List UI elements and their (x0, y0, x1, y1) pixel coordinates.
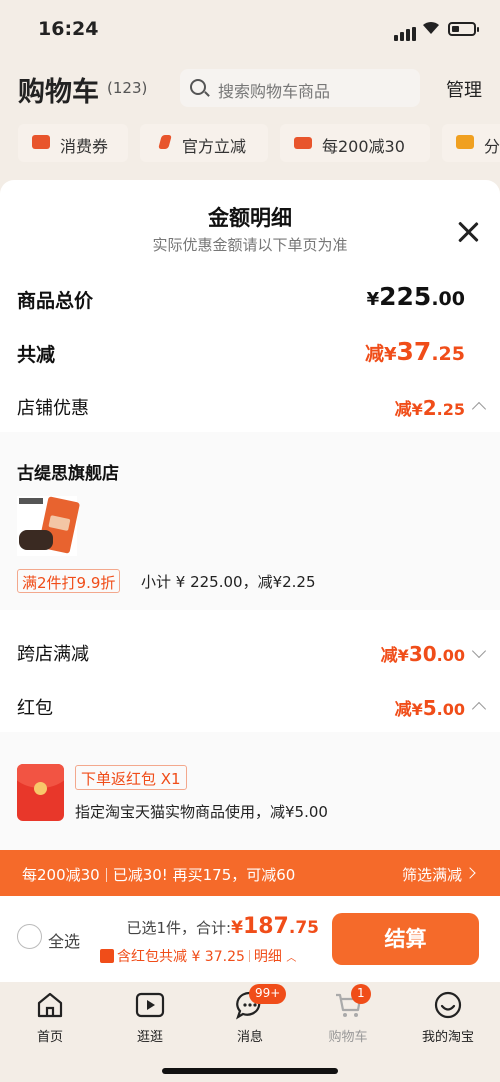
checkout-button[interactable]: 结算 (332, 913, 479, 965)
folder-icon (456, 135, 474, 149)
manage-button[interactable]: 管理 (446, 76, 482, 102)
cart-page-background: 16:24 购物车 (123) 搜索购物车商品 管理 消费券 官方立减 每200… (0, 0, 500, 200)
home-icon (35, 990, 65, 1020)
tab-messages[interactable]: 99+ 消息 (210, 984, 290, 1045)
red-packet-note[interactable]: 含红包共减 ¥ 37.25 明细 ︿ (100, 946, 296, 966)
cross-store-row[interactable]: 跨店满减 减¥30.00 (0, 638, 500, 676)
message-badge: 99+ (249, 984, 287, 1004)
red-packet-detail: 下单返红包 X1 指定淘宝天猫实物商品使用，减¥5.00 (0, 732, 500, 850)
chip-label: 分 (484, 137, 500, 156)
coupon-icon (32, 135, 50, 149)
total-discount-row: 共减 减¥37.25 (0, 337, 500, 378)
filter-full-reduction-link[interactable]: 筛选满减 (402, 864, 462, 885)
chevron-down-icon (471, 643, 487, 659)
search-placeholder: 搜索购物车商品 (218, 82, 331, 101)
red-packet-mini-icon (100, 949, 114, 963)
store-discount-label: 店铺优惠 (17, 398, 89, 419)
status-bar: 16:24 (0, 0, 500, 58)
promo-bar-text: 每200减30 已减30! 再买175，可减60 (22, 866, 296, 884)
red-envelope-icon (17, 764, 64, 821)
status-time: 16:24 (38, 18, 99, 40)
tab-my-taobao[interactable]: 我的淘宝 (408, 990, 488, 1045)
search-input[interactable]: 搜索购物车商品 (180, 69, 420, 107)
chevron-up-icon (471, 401, 487, 417)
bottom-tab-bar: 首页 逛逛 99+ 消息 1 购物车 我的淘宝 (0, 982, 500, 1082)
chevron-up-icon (471, 701, 487, 717)
page-title: 购物车 (18, 77, 99, 108)
battery-icon (448, 22, 479, 36)
cross-store-label: 跨店满减 (17, 644, 89, 665)
wifi-icon (423, 21, 439, 34)
select-all-label[interactable]: 全选 (48, 928, 80, 952)
total-price-label: 商品总价 (17, 290, 94, 312)
select-all-radio[interactable] (17, 924, 42, 949)
play-icon (135, 990, 165, 1020)
store-discount-row[interactable]: 店铺优惠 减¥2.25 (0, 392, 500, 430)
chip-coupon[interactable]: 消费券 (18, 124, 128, 162)
close-icon[interactable] (454, 218, 482, 246)
amount-detail-sheet: 金额明细 实际优惠金额请以下单页为准 商品总价 ¥225.00 共减 减¥37.… (0, 180, 500, 850)
tab-label: 我的淘宝 (421, 1030, 474, 1045)
tab-label: 首页 (36, 1030, 63, 1045)
filter-chips: 消费券 官方立减 每200减30 分 (0, 120, 500, 166)
tab-label: 消息 (236, 1030, 263, 1045)
search-icon (190, 79, 206, 95)
total-discount-label: 共减 (17, 344, 56, 366)
chip-category[interactable]: 分 (442, 124, 500, 162)
shop-subtotal: 小计 ¥ 225.00，减¥2.25 (141, 573, 316, 591)
red-packet-label: 红包 (17, 698, 53, 719)
product-thumbnail[interactable] (17, 496, 81, 556)
home-indicator (162, 1068, 338, 1074)
shop-name: 古缇思旗舰店 (17, 464, 119, 484)
red-packet-tag: 下单返红包 X1 (75, 765, 187, 790)
tab-label: 购物车 (328, 1030, 368, 1045)
selected-total: 已选1件，合计:¥187.75 (126, 914, 319, 939)
smile-icon (433, 990, 463, 1020)
tab-browse[interactable]: 逛逛 (110, 990, 190, 1045)
chevron-up-icon: ︿ (286, 953, 297, 964)
red-packet-value: 减¥5.00 (394, 696, 465, 720)
chip-label: 每200减30 (322, 137, 405, 156)
total-discount-value: 减¥37.25 (364, 337, 465, 366)
cross-store-value: 减¥30.00 (380, 642, 465, 666)
chip-official-discount[interactable]: 官方立减 (140, 124, 268, 162)
red-packet-row[interactable]: 红包 减¥5.00 (0, 692, 500, 730)
tab-cart[interactable]: 1 购物车 (308, 984, 388, 1045)
cart-count: (123) (107, 79, 148, 97)
checkout-bar: 全选 已选1件，合计:¥187.75 含红包共减 ¥ 37.25 明细 ︿ 结算 (0, 896, 500, 982)
signal-icon (394, 22, 418, 41)
tab-label: 逛逛 (136, 1030, 163, 1045)
promo-tag: 满2件打9.9折 (17, 569, 121, 593)
sheet-title: 金额明细 (208, 206, 292, 230)
chip-label: 消费券 (60, 137, 109, 156)
total-price-value: ¥225.00 (366, 282, 465, 311)
lightning-icon (158, 135, 172, 149)
sheet-subtitle: 实际优惠金额请以下单页为准 (152, 236, 348, 254)
cart-icon: 1 (333, 984, 371, 1020)
chevron-right-icon (464, 867, 476, 879)
cart-header: 购物车 (123) 搜索购物车商品 管理 (0, 66, 500, 110)
promo-bar[interactable]: 每200减30 已减30! 再买175，可减60 筛选满减 (0, 850, 500, 896)
shop-discount-detail: 古缇思旗舰店 满2件打9.9折 小计 ¥ 225.00，减¥2.25 (0, 432, 500, 610)
chip-label: 官方立减 (182, 137, 247, 156)
chip-full-reduction[interactable]: 每200减30 (280, 124, 430, 162)
detail-link[interactable]: 明细 (254, 949, 282, 965)
message-icon: 99+ (235, 984, 287, 1020)
cart-badge: 1 (351, 984, 371, 1004)
store-discount-value: 减¥2.25 (394, 396, 465, 420)
red-packet-desc: 指定淘宝天猫实物商品使用，减¥5.00 (75, 803, 328, 821)
tab-home[interactable]: 首页 (10, 990, 90, 1045)
total-price-row: 商品总价 ¥225.00 (0, 282, 500, 324)
store-icon (294, 137, 312, 149)
